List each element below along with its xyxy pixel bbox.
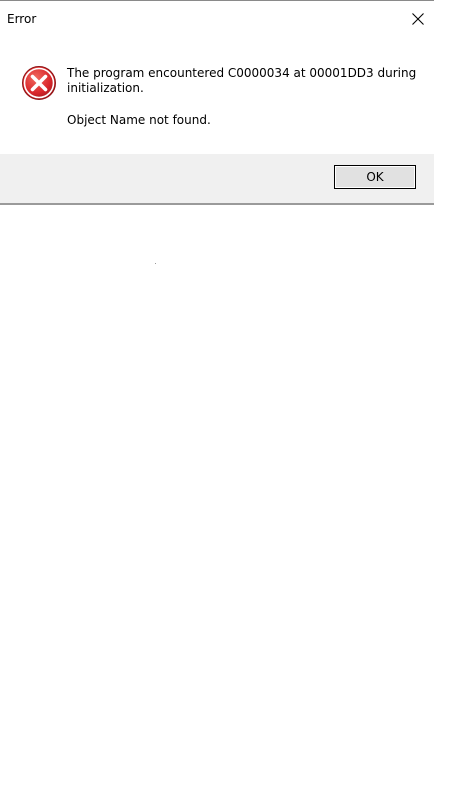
error-message: The program encountered C0000034 at 0000… [67,66,417,95]
ok-button[interactable]: OK [334,165,416,189]
window-title: Error [7,12,37,26]
error-dialog: Error The program encountered C0000034 a… [0,0,434,206]
close-icon [412,13,424,25]
background-speck [155,263,156,264]
error-detail: Object Name not found. [67,113,211,127]
error-icon [22,66,56,100]
dialog-bottom-border [0,203,434,205]
title-bar[interactable]: Error [0,1,434,35]
button-bar: OK [0,154,434,203]
close-button[interactable] [402,4,434,34]
dialog-content: The program encountered C0000034 at 0000… [0,35,434,154]
